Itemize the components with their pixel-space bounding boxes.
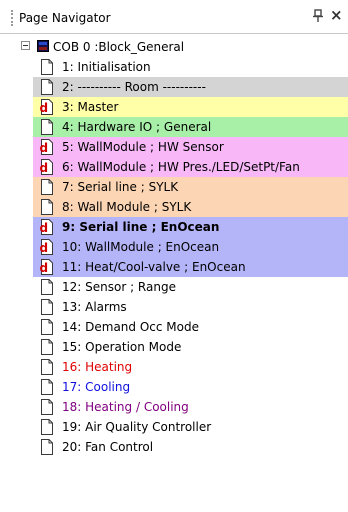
- tree-item[interactable]: 14: Demand Occ Mode: [33, 317, 348, 337]
- tree-item-label: 13: Alarms: [62, 300, 127, 314]
- pin-icon[interactable]: [312, 9, 324, 23]
- tree-item[interactable]: d 9: Serial line ; EnOcean: [33, 217, 348, 237]
- page-icon: [39, 439, 55, 455]
- modified-page-icon: d: [39, 239, 55, 255]
- tree-item[interactable]: 8: Wall Module ; SYLK: [33, 197, 348, 217]
- tree-item-label: 16: Heating: [62, 360, 133, 374]
- tree-item-label: 6: WallModule ; HW Pres./LED/SetPt/Fan: [62, 160, 300, 174]
- tree-item-label: 10: WallModule ; EnOcean: [62, 240, 220, 254]
- page-icon: [39, 379, 55, 395]
- tree-item[interactable]: d 5: WallModule ; HW Sensor: [33, 137, 348, 157]
- tree-item-label: 14: Demand Occ Mode: [62, 320, 199, 334]
- tree-item[interactable]: 1: Initialisation: [33, 57, 348, 77]
- tree-item-label: 20: Fan Control: [62, 440, 154, 454]
- modified-page-icon: d: [39, 259, 55, 275]
- tree-item-label: 7: Serial line ; SYLK: [62, 180, 179, 194]
- tree-item[interactable]: 20: Fan Control: [33, 437, 348, 457]
- block-icon: [37, 40, 49, 52]
- modified-page-icon: d: [39, 139, 55, 155]
- modified-page-icon: d: [39, 219, 55, 235]
- tree-item[interactable]: 12: Sensor ; Range: [33, 277, 348, 297]
- page-icon: [39, 419, 55, 435]
- tree-item-label: 3: Master: [62, 100, 119, 114]
- page-icon: [39, 59, 55, 75]
- page-icon: [39, 319, 55, 335]
- svg-text:d: d: [40, 221, 49, 235]
- tree-item[interactable]: 18: Heating / Cooling: [33, 397, 348, 417]
- modified-page-icon: d: [39, 99, 55, 115]
- page-icon: [39, 79, 55, 95]
- svg-text:d: d: [40, 261, 49, 275]
- page-icon: [39, 199, 55, 215]
- tree-item-label: 18: Heating / Cooling: [62, 400, 189, 414]
- tree-item-label: 12: Sensor ; Range: [62, 280, 176, 294]
- tree-item-label: 4: Hardware IO ; General: [62, 120, 212, 134]
- tree-item-label: 5: WallModule ; HW Sensor: [62, 140, 224, 154]
- svg-text:d: d: [40, 161, 49, 175]
- tree-item[interactable]: d 10: WallModule ; EnOcean: [33, 237, 348, 257]
- tree-item[interactable]: 4: Hardware IO ; General: [33, 117, 348, 137]
- tree-item[interactable]: 19: Air Quality Controller: [33, 417, 348, 437]
- tree-item[interactable]: 2: ---------- Room ----------: [33, 77, 348, 97]
- collapse-toggle-icon[interactable]: [21, 41, 30, 50]
- svg-text:d: d: [40, 141, 49, 155]
- page-icon: [39, 279, 55, 295]
- page-icon: [39, 339, 55, 355]
- tree-item-label: 11: Heat/Cool-valve ; EnOcean: [62, 260, 246, 274]
- modified-page-icon: d: [39, 159, 55, 175]
- page-icon: [39, 179, 55, 195]
- tree-item[interactable]: 15: Operation Mode: [33, 337, 348, 357]
- tree-item[interactable]: 16: Heating: [33, 357, 348, 377]
- tree-root-label: COB 0 :Block_General: [53, 40, 185, 54]
- tree-item-label: 15: Operation Mode: [62, 340, 182, 354]
- tree-item-label: 2: ---------- Room ----------: [62, 80, 206, 94]
- panel-titlebar: Page Navigator ×: [0, 0, 348, 34]
- page-icon: [39, 399, 55, 415]
- tree-item-label: 8: Wall Module ; SYLK: [62, 200, 192, 214]
- drag-grip[interactable]: [11, 10, 15, 26]
- tree-item-label: 17: Cooling: [62, 380, 131, 394]
- panel-title: Page Navigator: [19, 11, 111, 25]
- tree-item[interactable]: d 11: Heat/Cool-valve ; EnOcean: [33, 257, 348, 277]
- tree-item[interactable]: d 3: Master: [33, 97, 348, 117]
- page-icon: [39, 119, 55, 135]
- tree-item[interactable]: 7: Serial line ; SYLK: [33, 177, 348, 197]
- tree-item-label: 19: Air Quality Controller: [62, 420, 212, 434]
- tree-root-cob0[interactable]: COB 0 :Block_General: [0, 37, 348, 57]
- tree-item[interactable]: 17: Cooling: [33, 377, 348, 397]
- page-icon: [39, 359, 55, 375]
- svg-text:d: d: [40, 101, 49, 115]
- tree-item-label: 1: Initialisation: [62, 60, 151, 74]
- tree-item-label: 9: Serial line ; EnOcean: [62, 220, 220, 234]
- tree-item[interactable]: 13: Alarms: [33, 297, 348, 317]
- tree-item[interactable]: d 6: WallModule ; HW Pres./LED/SetPt/Fan: [33, 157, 348, 177]
- svg-text:d: d: [40, 241, 49, 255]
- close-icon[interactable]: ×: [330, 7, 343, 23]
- page-icon: [39, 299, 55, 315]
